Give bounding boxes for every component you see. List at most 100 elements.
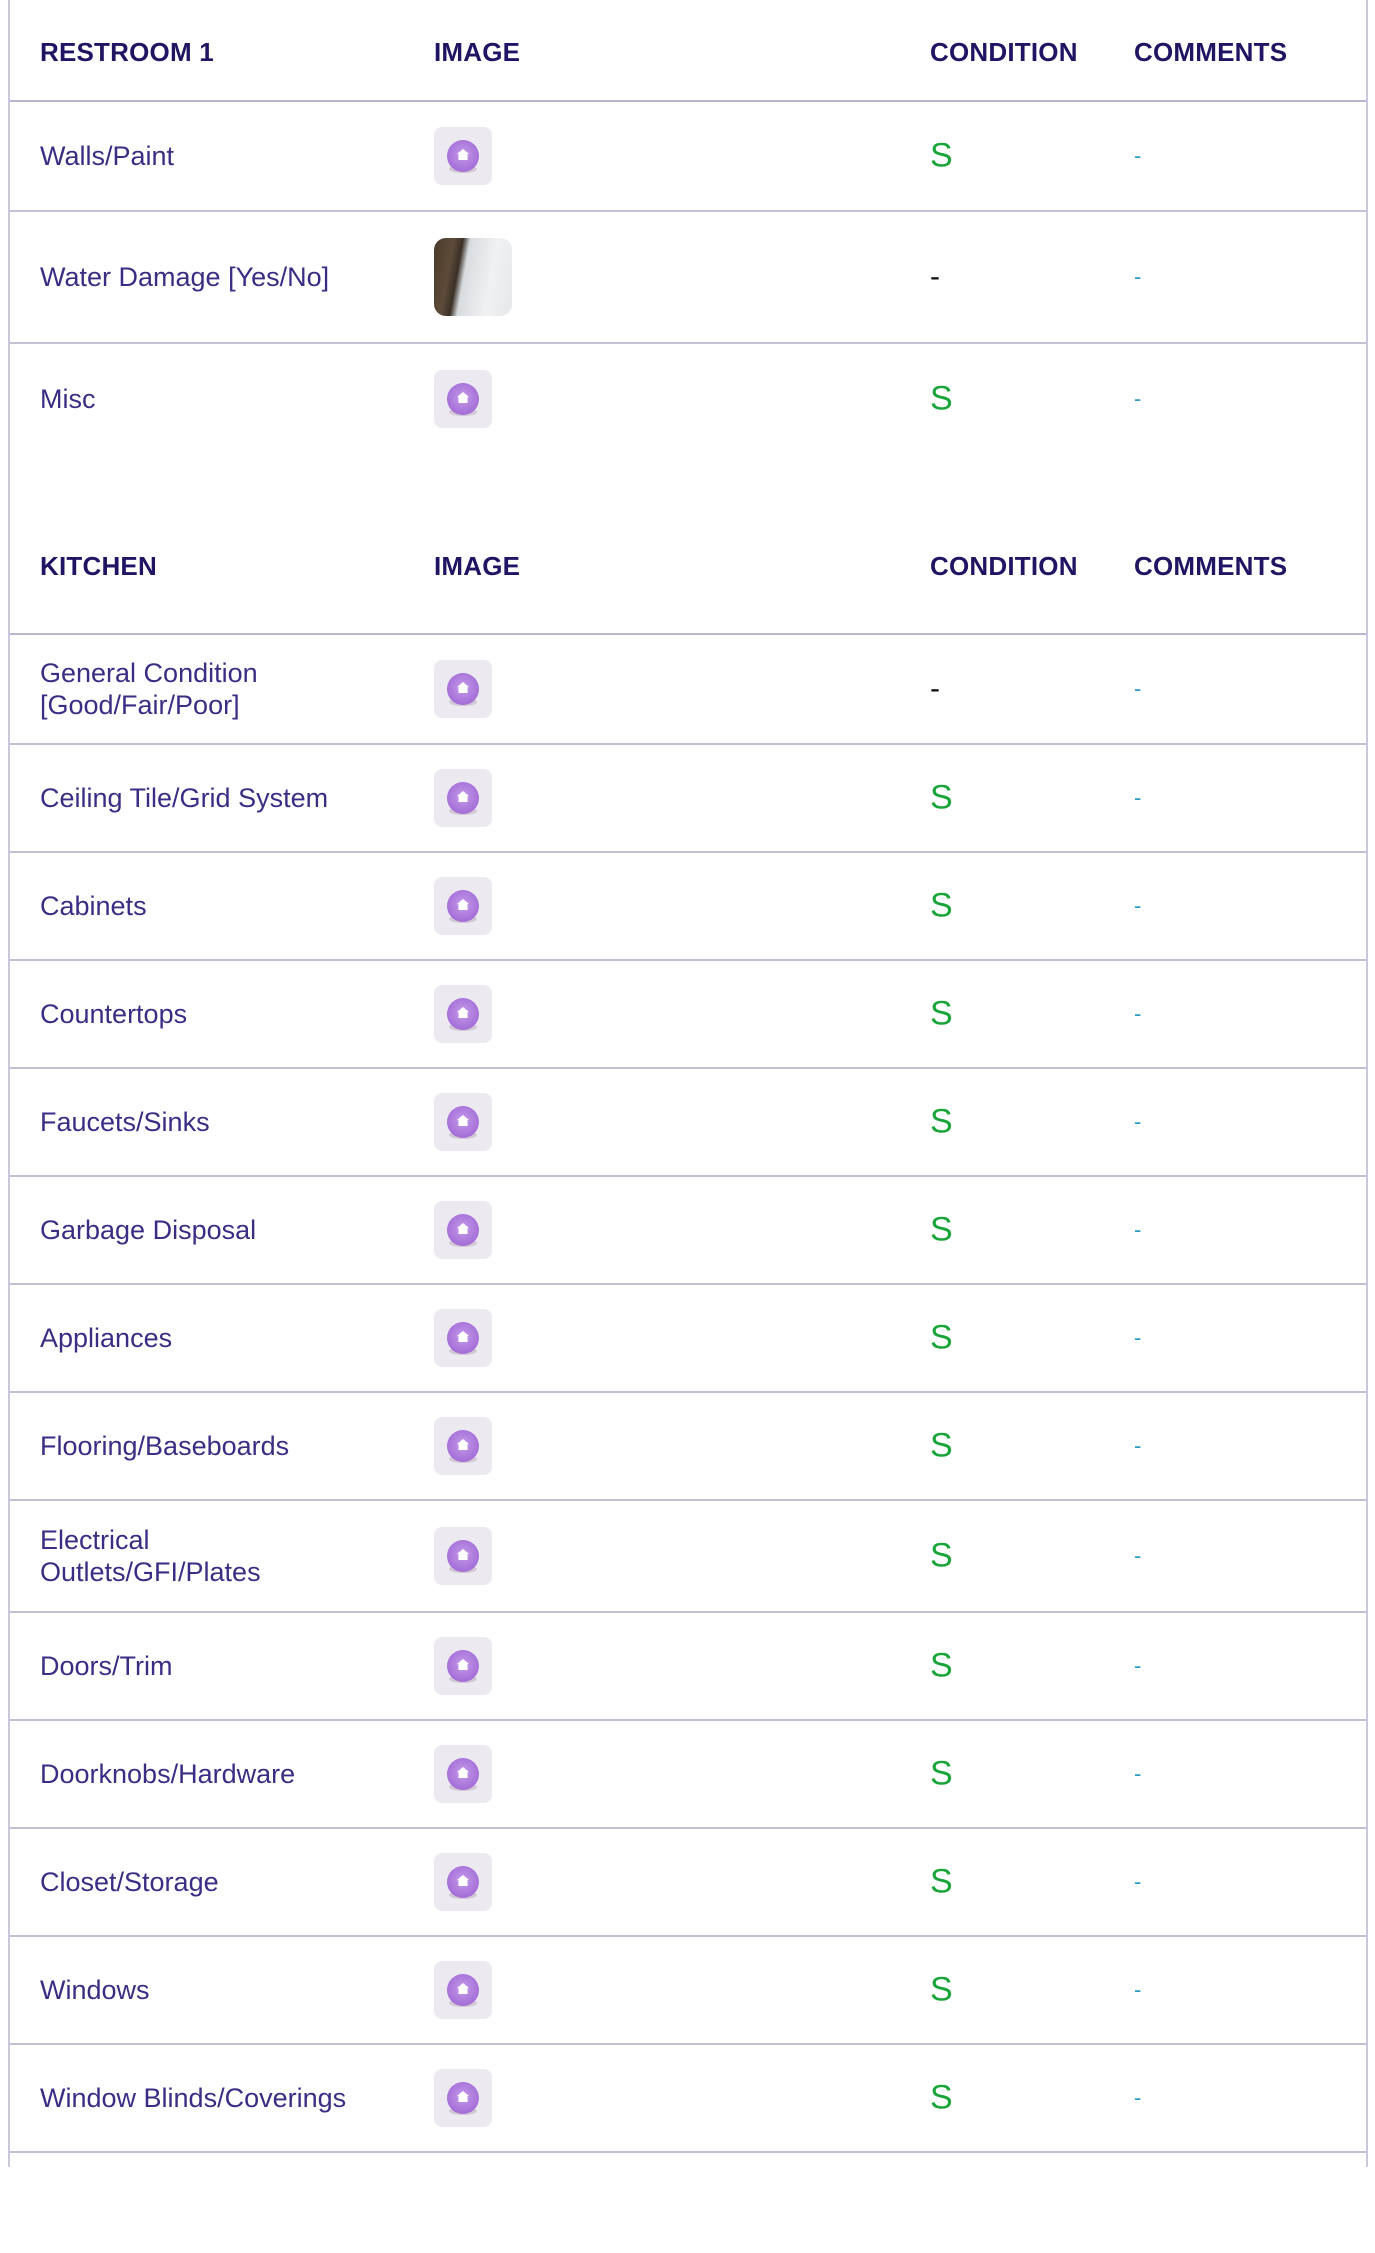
table-row: Appliances S - bbox=[10, 1285, 1366, 1393]
item-label: Faucets/Sinks bbox=[40, 1107, 210, 1137]
table-row: Ceiling Tile/Grid System S - bbox=[10, 745, 1366, 853]
item-label: Doors/Trim bbox=[40, 1651, 173, 1681]
comment-value: - bbox=[1134, 264, 1142, 289]
table-row: Walls/Paint S - bbox=[10, 102, 1366, 212]
condition-value: S bbox=[930, 1646, 953, 1685]
condition-value: S bbox=[930, 778, 953, 817]
house-placeholder-icon[interactable] bbox=[434, 1093, 492, 1151]
column-header-image: IMAGE bbox=[434, 551, 521, 581]
condition-value: S bbox=[930, 1426, 953, 1465]
table-row: Cabinets S - bbox=[10, 853, 1366, 961]
item-label: Garbage Disposal bbox=[40, 1215, 257, 1245]
inspection-photo-thumbnail[interactable] bbox=[434, 238, 512, 316]
house-placeholder-icon[interactable] bbox=[434, 1309, 492, 1367]
condition-value: S bbox=[930, 886, 953, 925]
table-row: Faucets/Sinks S - bbox=[10, 1069, 1366, 1177]
comment-value: - bbox=[1134, 1543, 1142, 1568]
comment-value: - bbox=[1134, 1001, 1142, 1026]
comment-value: - bbox=[1134, 1761, 1142, 1786]
table-row: Garbage Disposal S - bbox=[10, 1177, 1366, 1285]
condition-value: S bbox=[930, 1536, 953, 1575]
condition-value: - bbox=[930, 672, 940, 705]
item-label: Misc bbox=[40, 384, 96, 414]
comment-value: - bbox=[1134, 143, 1142, 168]
comment-value: - bbox=[1134, 1869, 1142, 1894]
comment-value: - bbox=[1134, 1653, 1142, 1678]
house-placeholder-icon[interactable] bbox=[434, 370, 492, 428]
comment-value: - bbox=[1134, 1433, 1142, 1458]
section-title: KITCHEN bbox=[40, 551, 157, 581]
comment-value: - bbox=[1134, 676, 1142, 701]
table-row: Doorknobs/Hardware S - bbox=[10, 1721, 1366, 1829]
condition-value: S bbox=[930, 1102, 953, 1141]
item-label: Flooring/Baseboards bbox=[40, 1431, 290, 1461]
column-header-comments: COMMENTS bbox=[1134, 551, 1288, 581]
item-label: Doorknobs/Hardware bbox=[40, 1759, 296, 1789]
item-label: Water Damage [Yes/No] bbox=[40, 262, 330, 292]
item-label: Cabinets bbox=[40, 891, 147, 921]
condition-value: S bbox=[930, 379, 953, 418]
table-row: Window Blinds/Coverings S - bbox=[10, 2045, 1366, 2153]
item-label: Windows bbox=[40, 1975, 150, 2005]
comment-value: - bbox=[1134, 386, 1142, 411]
condition-value: S bbox=[930, 136, 953, 175]
comment-value: - bbox=[1134, 1977, 1142, 2002]
item-label: Appliances bbox=[40, 1323, 173, 1353]
table-row: Windows S - bbox=[10, 1937, 1366, 2045]
column-header-image: IMAGE bbox=[434, 37, 521, 67]
comment-value: - bbox=[1134, 893, 1142, 918]
condition-value: - bbox=[930, 260, 940, 293]
condition-value: S bbox=[930, 2078, 953, 2117]
item-label: Countertops bbox=[40, 999, 188, 1029]
item-label: Closet/Storage bbox=[40, 1867, 219, 1897]
house-placeholder-icon[interactable] bbox=[434, 1853, 492, 1911]
item-label: Walls/Paint bbox=[40, 141, 175, 171]
item-label: General Condition [Good/Fair/Poor] bbox=[40, 658, 258, 720]
column-header-comments: COMMENTS bbox=[1134, 37, 1288, 67]
house-placeholder-icon[interactable] bbox=[434, 127, 492, 185]
comment-value: - bbox=[1134, 1325, 1142, 1350]
condition-value: S bbox=[930, 1970, 953, 2009]
inspection-report-sheet: RESTROOM 1 IMAGE CONDITION COMMENTS Wall… bbox=[8, 0, 1368, 2167]
table-row: Countertops S - bbox=[10, 961, 1366, 1069]
house-placeholder-icon[interactable] bbox=[434, 1745, 492, 1803]
item-label: Electrical Outlets/GFI/Plates bbox=[40, 1525, 261, 1587]
house-placeholder-icon[interactable] bbox=[434, 1637, 492, 1695]
house-placeholder-icon[interactable] bbox=[434, 985, 492, 1043]
section-kitchen: KITCHEN IMAGE CONDITION COMMENTS General… bbox=[10, 515, 1366, 2253]
section-restroom-1: RESTROOM 1 IMAGE CONDITION COMMENTS Wall… bbox=[10, 0, 1366, 454]
column-header-condition: CONDITION bbox=[930, 551, 1078, 581]
comment-value: - bbox=[1134, 1109, 1142, 1134]
section-header: RESTROOM 1 IMAGE CONDITION COMMENTS bbox=[10, 0, 1366, 102]
condition-value: S bbox=[930, 1754, 953, 1793]
condition-value: S bbox=[930, 1210, 953, 1249]
house-placeholder-icon[interactable] bbox=[434, 1201, 492, 1259]
table-footer bbox=[10, 2153, 1366, 2253]
house-placeholder-icon[interactable] bbox=[434, 877, 492, 935]
table-row: Electrical Outlets/GFI/Plates S - bbox=[10, 1501, 1366, 1613]
house-placeholder-icon[interactable] bbox=[434, 1527, 492, 1585]
item-label: Window Blinds/Coverings bbox=[40, 2083, 347, 2113]
section-header: KITCHEN IMAGE CONDITION COMMENTS bbox=[10, 515, 1366, 635]
table-row: General Condition [Good/Fair/Poor] - - bbox=[10, 635, 1366, 745]
condition-value: S bbox=[930, 994, 953, 1033]
comment-value: - bbox=[1134, 2085, 1142, 2110]
table-row: Flooring/Baseboards S - bbox=[10, 1393, 1366, 1501]
item-label: Ceiling Tile/Grid System bbox=[40, 783, 329, 813]
column-header-condition: CONDITION bbox=[930, 37, 1078, 67]
condition-value: S bbox=[930, 1862, 953, 1901]
house-placeholder-icon[interactable] bbox=[434, 769, 492, 827]
table-row: Misc S - bbox=[10, 344, 1366, 454]
table-row: Water Damage [Yes/No] - - bbox=[10, 212, 1366, 344]
section-title: RESTROOM 1 bbox=[40, 37, 214, 67]
table-row: Doors/Trim S - bbox=[10, 1613, 1366, 1721]
house-placeholder-icon[interactable] bbox=[434, 1961, 492, 2019]
house-placeholder-icon[interactable] bbox=[434, 1417, 492, 1475]
comment-value: - bbox=[1134, 785, 1142, 810]
condition-value: S bbox=[930, 1318, 953, 1357]
comment-value: - bbox=[1134, 1217, 1142, 1242]
table-row: Closet/Storage S - bbox=[10, 1829, 1366, 1937]
house-placeholder-icon[interactable] bbox=[434, 660, 492, 718]
house-placeholder-icon[interactable] bbox=[434, 2069, 492, 2127]
